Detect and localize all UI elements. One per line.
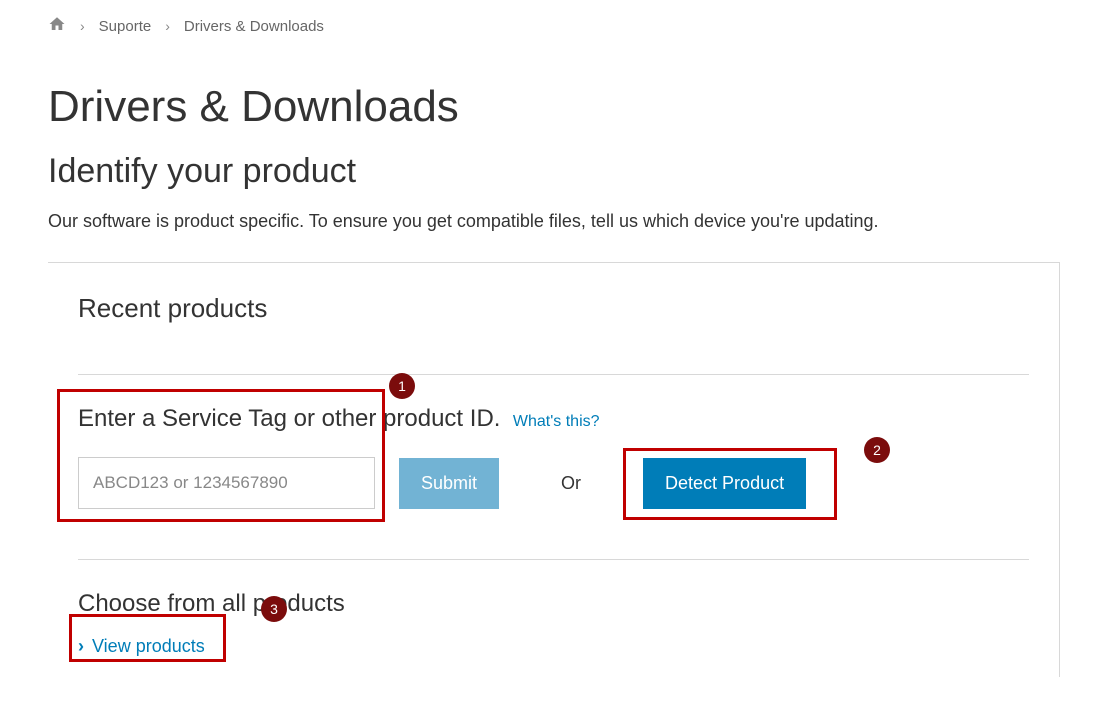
submit-button[interactable]: Submit [399, 458, 499, 509]
divider [78, 559, 1029, 560]
chevron-right-icon: › [78, 636, 84, 657]
breadcrumb-item-drivers[interactable]: Drivers & Downloads [184, 18, 324, 35]
whats-this-link[interactable]: What's this? [513, 413, 600, 430]
page-title: Drivers & Downloads [48, 82, 1060, 132]
service-tag-input[interactable] [78, 457, 375, 509]
view-products-link[interactable]: › View products [78, 636, 205, 657]
chevron-right-icon: › [165, 18, 170, 34]
divider [78, 374, 1029, 375]
page-description: Our software is product specific. To ens… [48, 211, 1060, 232]
product-panel: Recent products Enter a Service Tag or o… [48, 262, 1060, 677]
choose-heading: Choose from all products [78, 590, 1029, 618]
breadcrumb-item-support[interactable]: Suporte [99, 18, 152, 35]
page-subtitle: Identify your product [48, 152, 1060, 191]
chevron-right-icon: › [80, 18, 85, 34]
view-products-label: View products [92, 636, 205, 657]
recent-products-heading: Recent products [78, 293, 1029, 324]
home-icon[interactable] [48, 15, 66, 37]
or-text: Or [561, 473, 581, 494]
annotation-badge-1: 1 [389, 373, 415, 399]
breadcrumb: › Suporte › Drivers & Downloads [0, 0, 1108, 37]
detect-product-button[interactable]: Detect Product [643, 458, 806, 509]
service-tag-row: Submit Or Detect Product [78, 457, 1029, 509]
service-tag-heading: Enter a Service Tag or other product ID. [78, 405, 500, 432]
